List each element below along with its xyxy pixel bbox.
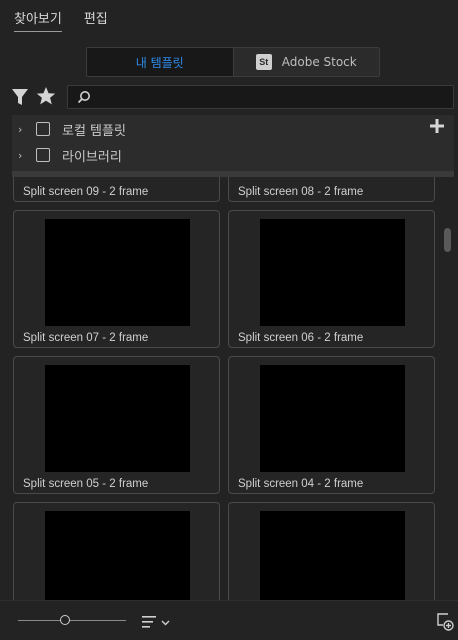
- chevron-right-icon[interactable]: ›: [18, 149, 30, 162]
- template-card[interactable]: Split screen 07 - 2 frame: [13, 210, 220, 348]
- my-templates-button[interactable]: 내 템플릿: [87, 48, 233, 76]
- library-row-libraries: › 라이브러리: [12, 142, 454, 168]
- adobe-stock-label: Adobe Stock: [281, 55, 357, 69]
- local-templates-checkbox[interactable]: [36, 122, 50, 136]
- libraries-label: 라이브러리: [62, 149, 122, 165]
- search-input[interactable]: [96, 88, 446, 106]
- template-thumbnail: [45, 219, 190, 326]
- tab-edit[interactable]: 편집: [84, 10, 108, 32]
- thumbnail-size-slider[interactable]: [18, 620, 126, 621]
- filter-icon[interactable]: [12, 88, 28, 106]
- template-caption: Split screen 05 - 2 frame: [23, 478, 149, 490]
- template-card[interactable]: [13, 502, 220, 600]
- source-toggle: 내 템플릿 St Adobe Stock: [86, 47, 380, 77]
- plus-icon[interactable]: [430, 119, 444, 133]
- template-caption: Split screen 09 - 2 frame: [23, 186, 149, 198]
- search-icon: [77, 91, 90, 104]
- template-card[interactable]: Split screen 08 - 2 frame: [228, 177, 435, 202]
- template-thumbnail: [260, 365, 405, 472]
- new-item-icon[interactable]: [436, 613, 454, 631]
- library-panel: › 로컬 템플릿 › 라이브러리: [12, 115, 454, 171]
- adobe-stock-button[interactable]: St Adobe Stock: [232, 48, 379, 76]
- bottom-toolbar: [0, 600, 458, 640]
- library-row-local: › 로컬 템플릿: [12, 116, 454, 142]
- template-card[interactable]: [228, 502, 435, 600]
- chevron-right-icon[interactable]: ›: [18, 123, 30, 136]
- template-thumbnail: [260, 219, 405, 326]
- scrollbar-thumb[interactable]: [444, 228, 451, 252]
- adobe-stock-icon: St: [255, 54, 272, 70]
- libraries-checkbox[interactable]: [36, 148, 50, 162]
- search-field: [67, 85, 454, 109]
- star-icon[interactable]: [36, 86, 56, 106]
- template-caption: Split screen 08 - 2 frame: [238, 186, 364, 198]
- template-thumbnail: [45, 511, 190, 600]
- sort-icon[interactable]: [142, 615, 172, 629]
- template-caption: Split screen 07 - 2 frame: [23, 332, 149, 344]
- template-card[interactable]: Split screen 09 - 2 frame: [13, 177, 220, 202]
- tab-browse[interactable]: 찾아보기: [14, 10, 62, 32]
- template-thumbnail: [260, 511, 405, 600]
- local-templates-label: 로컬 템플릿: [62, 123, 126, 139]
- template-thumbnail: [45, 365, 190, 472]
- my-templates-label: 내 템플릿: [135, 55, 184, 70]
- template-caption: Split screen 04 - 2 frame: [238, 478, 364, 490]
- template-card[interactable]: Split screen 05 - 2 frame: [13, 356, 220, 494]
- template-caption: Split screen 06 - 2 frame: [238, 332, 364, 344]
- template-card[interactable]: Split screen 06 - 2 frame: [228, 210, 435, 348]
- template-grid: Split screen 09 - 2 frame Split screen 0…: [0, 177, 440, 600]
- template-card[interactable]: Split screen 04 - 2 frame: [228, 356, 435, 494]
- slider-handle[interactable]: [60, 615, 70, 625]
- top-tabs: 찾아보기 편집: [14, 10, 108, 32]
